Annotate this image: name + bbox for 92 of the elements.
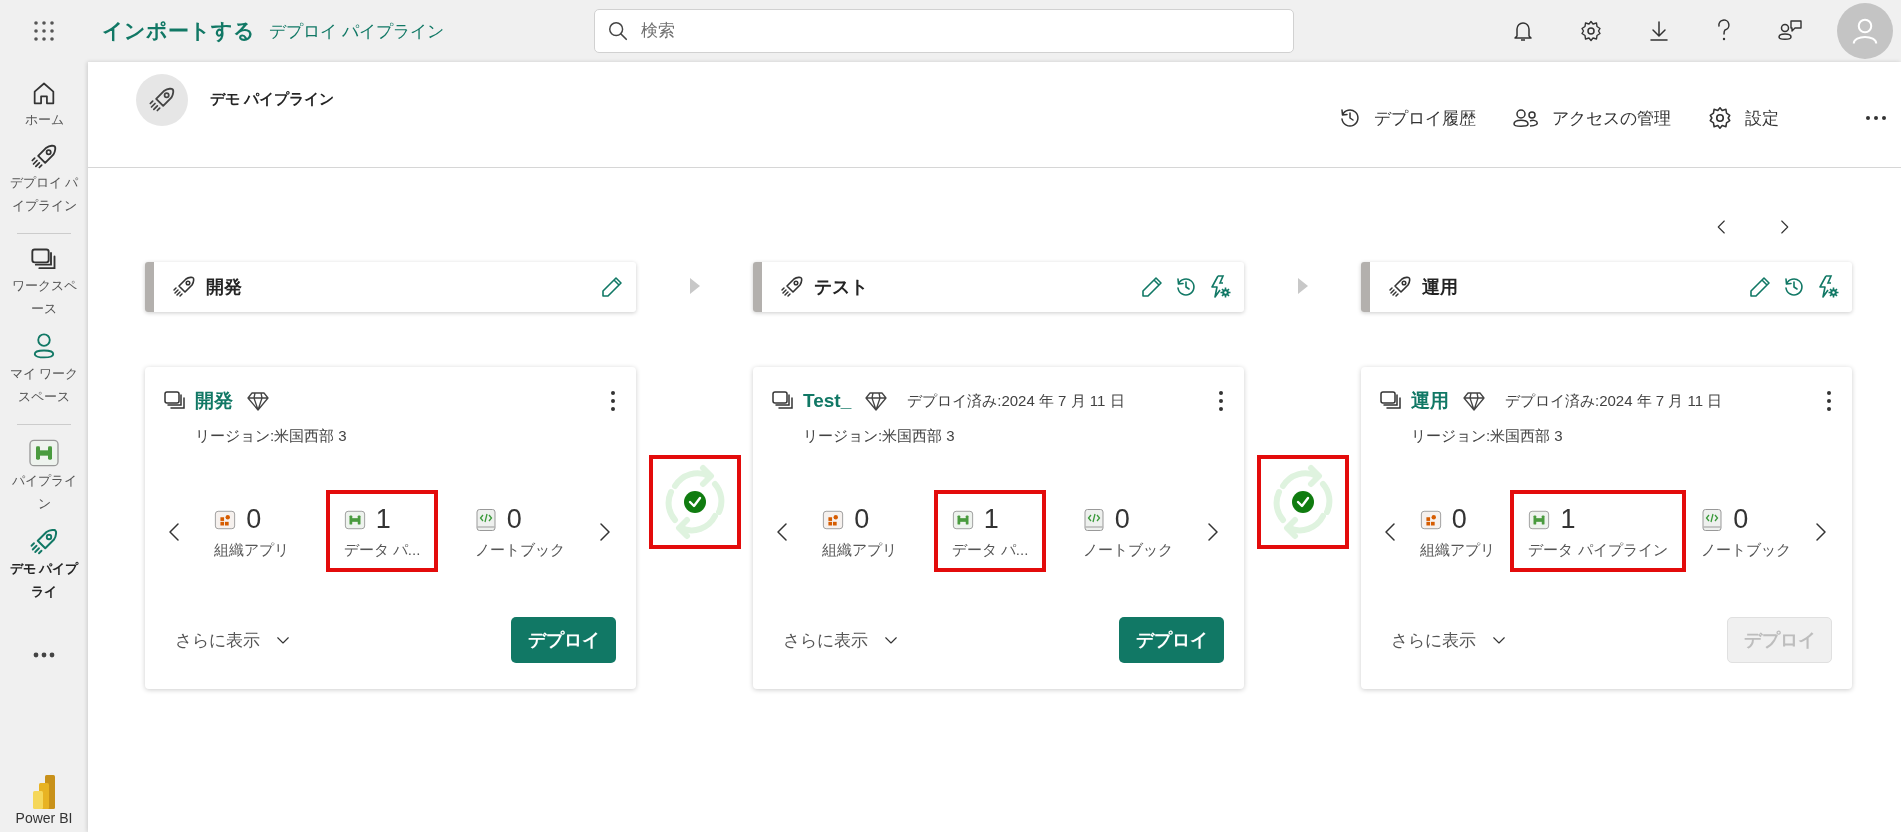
rules-icon[interactable] <box>1816 274 1840 300</box>
app-launcher-icon[interactable] <box>33 20 55 42</box>
search-icon <box>606 20 629 42</box>
diamond-icon <box>865 391 888 411</box>
sidebar-item[interactable]: デプロイ パイプライン <box>6 171 82 217</box>
notification-icon[interactable] <box>1511 19 1535 43</box>
sidebar-item[interactable]: デモ パイプライ <box>6 557 82 603</box>
app-icon <box>1419 508 1442 531</box>
feedback-icon[interactable] <box>1777 19 1803 43</box>
more-icon[interactable] <box>610 390 616 412</box>
pencil-icon[interactable] <box>1140 275 1164 299</box>
item-type-label: データ パ... <box>343 541 421 560</box>
deployed-date: デプロイ済み:2024 年 7 月 11 日 <box>1505 391 1723 411</box>
item-type-label: ノートブック <box>1701 541 1792 560</box>
rocket-icon <box>30 143 58 171</box>
more-icon[interactable] <box>1865 115 1887 121</box>
rules-icon[interactable] <box>1208 274 1232 300</box>
region-text: リージョン:米国西部 3 <box>1411 427 1564 446</box>
workspace-link[interactable]: 運用 <box>1411 388 1449 414</box>
search-input[interactable]: 検索 <box>638 20 1281 42</box>
item-type-label: 組織アプリ <box>214 541 290 560</box>
pencil-icon[interactable] <box>1748 275 1772 299</box>
download-icon[interactable] <box>1647 19 1671 43</box>
item-count: 1 <box>375 504 391 535</box>
item-type-label: ノートブック <box>474 541 565 560</box>
settings-icon[interactable] <box>1579 19 1603 43</box>
rocket-icon <box>780 275 804 299</box>
item-count: 0 <box>506 504 522 535</box>
show-more-button[interactable]: さらに表示 <box>1379 628 1508 652</box>
region-text: リージョン:米国西部 3 <box>195 427 348 446</box>
rocket-icon <box>29 527 59 557</box>
breadcrumb-link[interactable]: デプロイ パイプライン <box>269 19 444 43</box>
sidebar-item[interactable]: ホーム <box>6 108 82 131</box>
gear-icon <box>1707 105 1733 131</box>
diamond-icon <box>1463 391 1485 411</box>
stage-name: テスト <box>814 276 868 299</box>
pipeline-icon <box>28 437 60 469</box>
settings-button[interactable]: 設定 <box>1707 105 1779 131</box>
history-icon <box>1338 106 1362 130</box>
pipeline-icon <box>951 508 974 531</box>
flow-arrow-icon <box>1296 277 1309 295</box>
pipeline-icon <box>343 508 366 531</box>
workspace-link[interactable]: Test_ <box>803 390 852 412</box>
sidebar-item[interactable]: マイ ワークスペース <box>6 362 82 408</box>
item-type-label: データ パ... <box>951 541 1029 560</box>
workspace-link[interactable]: 開発 <box>195 388 233 414</box>
app-title[interactable]: インポートする <box>102 17 255 45</box>
item-count: 0 <box>246 504 262 535</box>
item-type-label: 組織アプリ <box>822 541 898 560</box>
item-count: 1 <box>1560 504 1576 535</box>
page-title: デモ パイプライン <box>210 90 335 109</box>
manage-access-button[interactable]: アクセスの管理 <box>1512 106 1671 130</box>
stage-name: 開発 <box>206 276 242 299</box>
pipeline-icon <box>1528 508 1551 531</box>
sidebar-item[interactable]: ワークスペース <box>6 274 82 320</box>
item-type-label: データ パイプライン <box>1528 541 1668 560</box>
sidebar-item[interactable]: パイプライン <box>6 469 82 515</box>
item-count: 1 <box>983 504 999 535</box>
notebook-icon <box>474 507 497 532</box>
deployed-date: デプロイ済み:2024 年 7 月 11 日 <box>907 391 1125 411</box>
rocket-icon <box>148 86 176 114</box>
diamond-icon <box>247 391 269 411</box>
notebook-icon <box>1082 507 1105 532</box>
item-count: 0 <box>1114 504 1130 535</box>
deploy-button[interactable]: デプロイ <box>1119 617 1224 663</box>
pencil-icon[interactable] <box>600 275 624 299</box>
app-icon <box>214 508 237 531</box>
rocket-icon <box>172 275 196 299</box>
history-icon[interactable] <box>1174 275 1198 299</box>
more-icon[interactable] <box>1826 390 1832 412</box>
item-count: 0 <box>1451 504 1467 535</box>
item-count: 0 <box>1733 504 1749 535</box>
item-count: 0 <box>854 504 870 535</box>
help-icon[interactable] <box>1715 19 1733 43</box>
rocket-icon <box>1388 275 1412 299</box>
app-icon <box>822 508 845 531</box>
product-name: Power BI <box>15 810 73 826</box>
more-icon[interactable] <box>1218 390 1224 412</box>
notebook-icon <box>1701 507 1724 532</box>
deploy-history-button[interactable]: デプロイ履歴 <box>1338 106 1476 130</box>
flow-arrow-icon <box>688 277 701 295</box>
item-type-label: ノートブック <box>1082 541 1173 560</box>
stage-name: 運用 <box>1422 276 1458 299</box>
history-icon[interactable] <box>1782 275 1806 299</box>
item-type-label: 組織アプリ <box>1419 541 1495 560</box>
more-icon[interactable] <box>32 651 56 659</box>
show-more-button[interactable]: さらに表示 <box>771 628 900 652</box>
deploy-button[interactable]: デプロイ <box>511 617 616 663</box>
show-more-button[interactable]: さらに表示 <box>163 628 292 652</box>
region-text: リージョン:米国西部 3 <box>803 427 956 446</box>
search-box[interactable]: 検索 <box>593 9 1294 53</box>
people-icon <box>1512 106 1540 130</box>
